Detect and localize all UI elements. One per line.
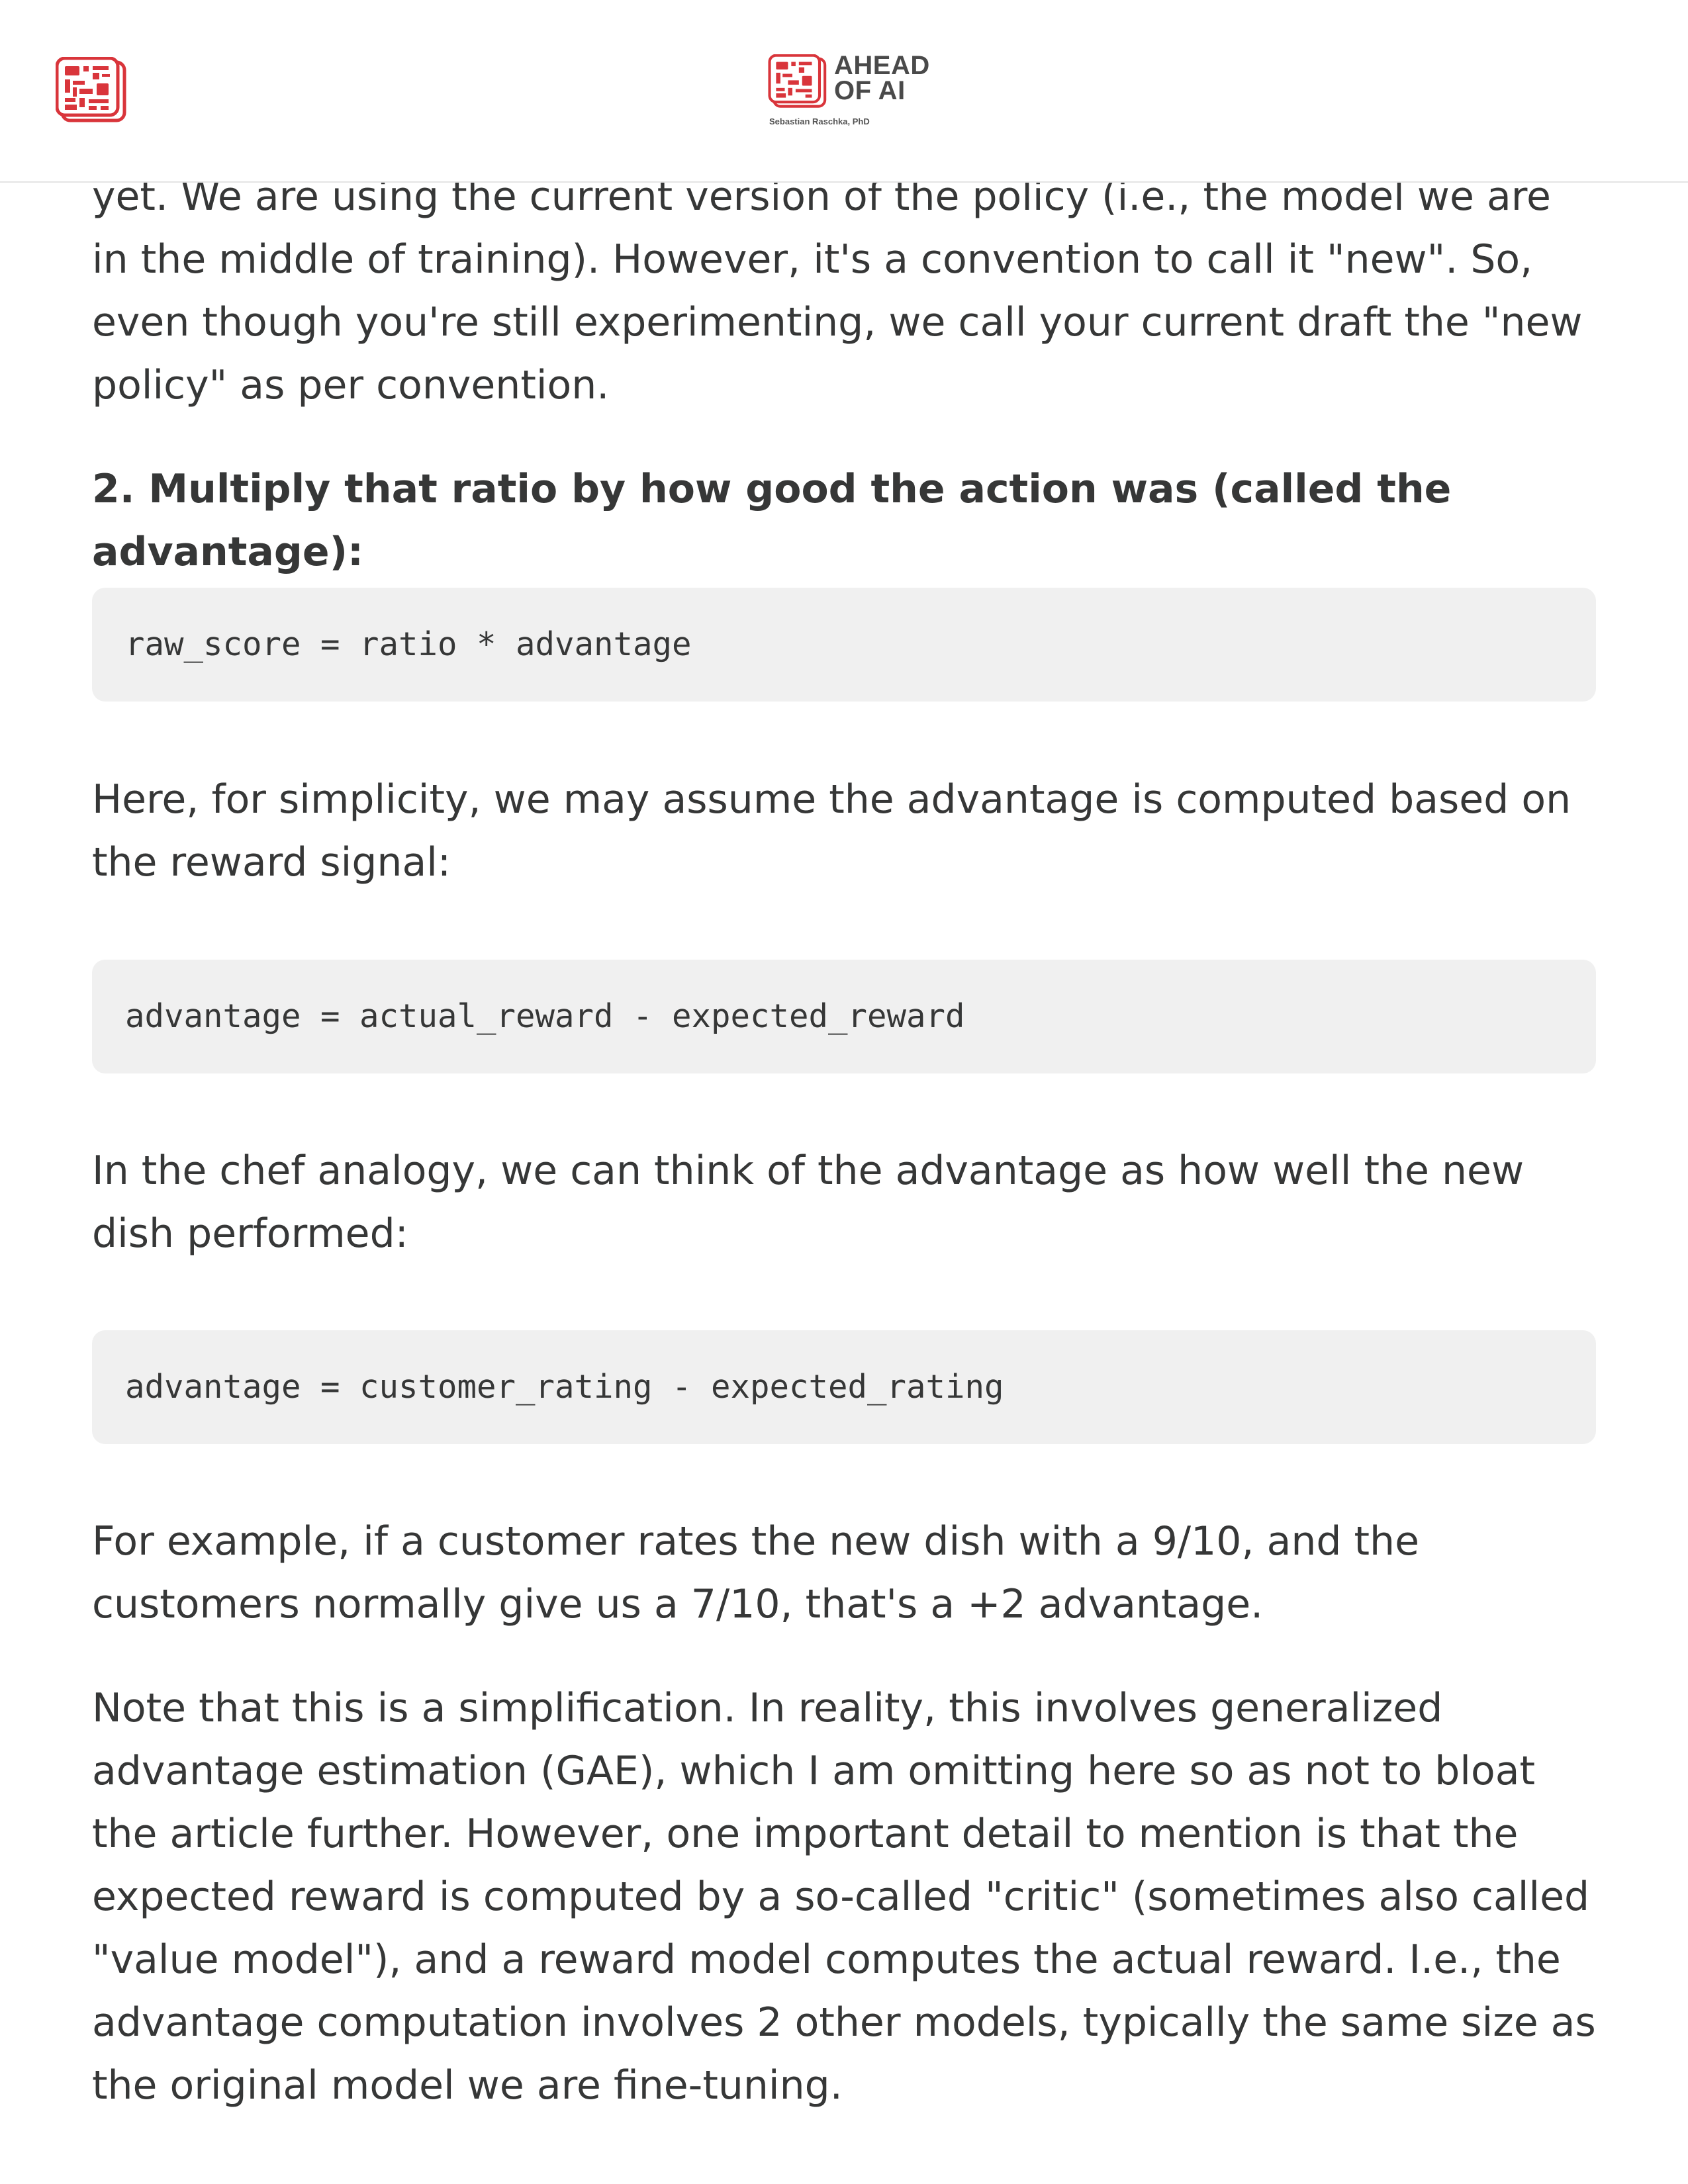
home-logo-icon[interactable] xyxy=(55,56,128,123)
paragraph-simplicity: Here, for simplicity, we may assume the … xyxy=(92,776,1571,886)
code-advantage-reward: advantage = actual_reward - expected_rew… xyxy=(125,997,965,1035)
paragraph-note: Note that this is a simplification. In r… xyxy=(92,1685,1596,2109)
heading-step-2: 2. Multiply that ratio by how good the a… xyxy=(92,466,1452,575)
brand-line-2: OF AI xyxy=(834,76,906,105)
code-raw-score: raw_score = ratio * advantage xyxy=(125,625,692,663)
author-byline: Sebastian Raschka, PhD xyxy=(769,116,870,126)
paragraph-example: For example, if a customer rates the new… xyxy=(92,1518,1419,1627)
paragraph-intro: yet. We are using the current version of… xyxy=(92,173,1583,408)
paragraph-chef-analogy: In the chef analogy, we can think of the… xyxy=(92,1148,1524,1257)
brand-wordmark: AHEAD OF AI xyxy=(834,51,930,105)
code-block-raw-score[interactable]: raw_score = ratio * advantage xyxy=(92,588,1596,702)
brand-logo[interactable]: AHEAD OF AI Sebastian Raschka, PhD xyxy=(768,50,940,130)
brand-line-1: AHEAD xyxy=(834,51,930,80)
site-header: AHEAD OF AI Sebastian Raschka, PhD xyxy=(0,0,1688,183)
code-block-advantage-reward[interactable]: advantage = actual_reward - expected_rew… xyxy=(92,960,1596,1073)
code-advantage-rating: advantage = customer_rating - expected_r… xyxy=(125,1368,1004,1406)
code-block-advantage-rating[interactable]: advantage = customer_rating - expected_r… xyxy=(92,1330,1596,1444)
brand-mark-icon xyxy=(768,54,829,109)
